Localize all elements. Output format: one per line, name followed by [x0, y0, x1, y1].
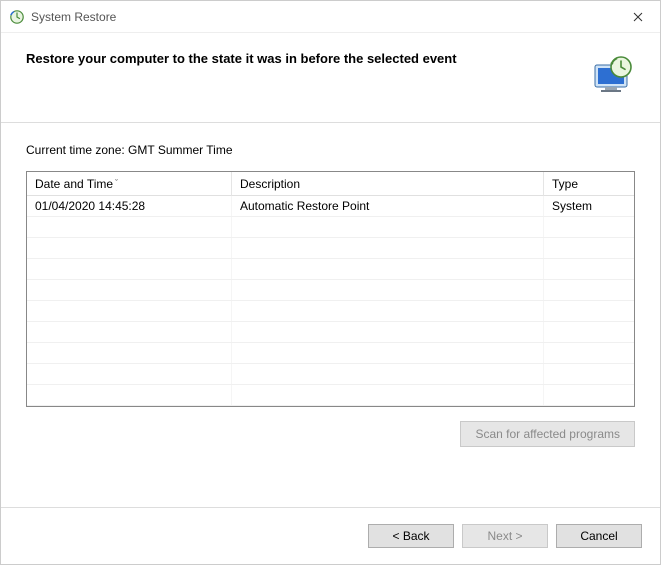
scan-affected-programs-button[interactable]: Scan for affected programs [460, 421, 635, 447]
table-row[interactable]: 01/04/2020 14:45:28Automatic Restore Poi… [27, 196, 634, 217]
cell-date-time: 01/04/2020 14:45:28 [27, 196, 232, 216]
cell-description: Automatic Restore Point [232, 196, 544, 216]
table-row-empty [27, 301, 634, 322]
wizard-header: Restore your computer to the state it wa… [1, 33, 660, 123]
table-body: 01/04/2020 14:45:28Automatic Restore Poi… [27, 196, 634, 406]
close-button[interactable] [615, 1, 660, 33]
table-row-empty [27, 364, 634, 385]
table-row-empty [27, 217, 634, 238]
table-row-empty [27, 322, 634, 343]
column-header-type[interactable]: Type [544, 172, 634, 196]
column-label: Description [240, 177, 300, 191]
table-row-empty [27, 385, 634, 406]
cell-type: System [544, 196, 634, 216]
next-button[interactable]: Next > [462, 524, 548, 548]
page-heading: Restore your computer to the state it wa… [26, 51, 587, 66]
wizard-footer: < Back Next > Cancel [1, 507, 660, 564]
window-title: System Restore [31, 10, 615, 24]
restore-points-table[interactable]: Date and Time ˇ Description Type 01/04/2… [26, 171, 635, 407]
wizard-content: Current time zone: GMT Summer Time Date … [1, 123, 660, 507]
table-row-empty [27, 280, 634, 301]
column-header-date-time[interactable]: Date and Time ˇ [27, 172, 232, 196]
restore-hero-icon [587, 51, 635, 99]
table-header: Date and Time ˇ Description Type [27, 172, 634, 196]
cancel-button[interactable]: Cancel [556, 524, 642, 548]
back-button[interactable]: < Back [368, 524, 454, 548]
system-restore-icon [9, 9, 25, 25]
timezone-label: Current time zone: GMT Summer Time [26, 143, 635, 157]
table-row-empty [27, 238, 634, 259]
column-label: Type [552, 177, 578, 191]
column-header-description[interactable]: Description [232, 172, 544, 196]
titlebar: System Restore [1, 1, 660, 33]
column-label: Date and Time [35, 177, 113, 191]
table-row-empty [27, 259, 634, 280]
table-row-empty [27, 343, 634, 364]
sort-descending-icon: ˇ [115, 178, 118, 188]
